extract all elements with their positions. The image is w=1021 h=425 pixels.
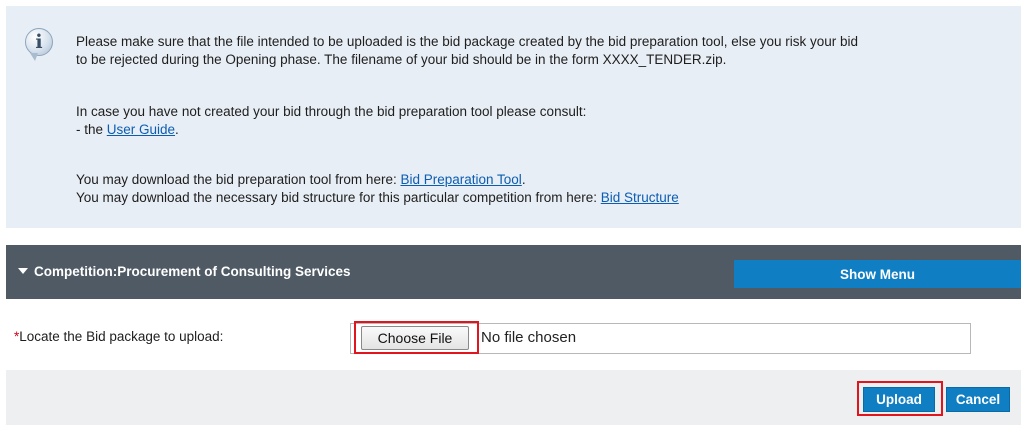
info-text-line-5: You may download the bid preparation too… bbox=[76, 172, 526, 188]
info-text-line-2: to be rejected during the Opening phase.… bbox=[76, 52, 727, 67]
bid-preparation-tool-link[interactable]: Bid Preparation Tool bbox=[400, 172, 521, 187]
user-guide-prefix: - the bbox=[76, 122, 107, 137]
competition-header-bar: Competition:Procurement of Consulting Se… bbox=[6, 245, 1021, 299]
competition-toggle[interactable]: Competition:Procurement of Consulting Se… bbox=[18, 264, 351, 279]
user-guide-suffix: . bbox=[175, 122, 179, 137]
bid-structure-prefix: You may download the necessary bid struc… bbox=[76, 190, 601, 205]
user-guide-link[interactable]: User Guide bbox=[107, 122, 175, 137]
bid-tool-prefix: You may download the bid preparation too… bbox=[76, 172, 401, 187]
bid-structure-link[interactable]: Bid Structure bbox=[601, 190, 679, 205]
info-text-line-1: Please make sure that the file intended … bbox=[76, 34, 858, 49]
no-file-chosen-text: No file chosen bbox=[481, 329, 577, 346]
upload-field-label: *Locate the Bid package to upload: bbox=[14, 329, 223, 344]
info-icon: i bbox=[25, 28, 53, 61]
competition-title: Competition:Procurement of Consulting Se… bbox=[34, 264, 351, 279]
upload-label-text: Locate the Bid package to upload: bbox=[19, 329, 224, 344]
choose-file-button[interactable]: Choose File bbox=[361, 326, 469, 350]
info-text-line-3: In case you have not created your bid th… bbox=[76, 104, 587, 119]
info-text-line-6: You may download the necessary bid struc… bbox=[76, 190, 679, 206]
upload-button[interactable]: Upload bbox=[863, 387, 935, 412]
info-message-box: i Please make sure that the file intende… bbox=[6, 6, 1021, 228]
upload-form-row: *Locate the Bid package to upload: Choos… bbox=[6, 315, 1021, 358]
caret-down-icon bbox=[18, 268, 28, 275]
cancel-button[interactable]: Cancel bbox=[946, 387, 1010, 412]
action-bar: Upload Cancel bbox=[6, 370, 1021, 425]
show-menu-button[interactable]: Show Menu bbox=[734, 260, 1021, 288]
bid-tool-suffix: . bbox=[521, 172, 526, 187]
info-text-line-4: - the User Guide. bbox=[76, 122, 179, 138]
